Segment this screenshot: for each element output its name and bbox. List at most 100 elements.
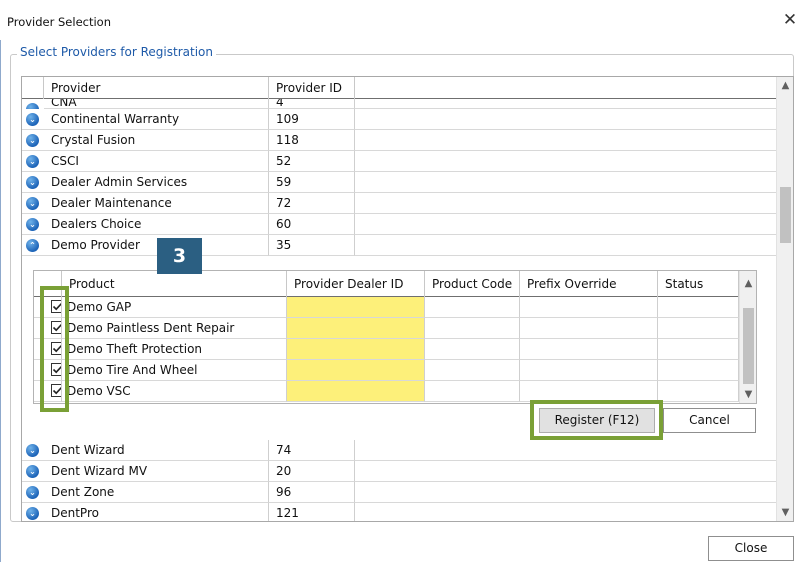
row-expander[interactable]: ⌄ [22, 151, 44, 172]
row-expander[interactable]: ⌃ [22, 235, 44, 256]
prefix-override-cell[interactable] [520, 381, 658, 402]
product-name-cell[interactable]: Demo Theft Protection [62, 339, 287, 360]
expand-chevron-icon[interactable]: ⌄ [26, 465, 39, 478]
provider-id-cell[interactable]: 60 [269, 214, 355, 235]
product-row[interactable]: Demo GAP [34, 297, 739, 318]
provider-id-cell[interactable]: 59 [269, 172, 355, 193]
provider-id-cell[interactable]: 74 [269, 440, 355, 461]
product-name-cell[interactable]: Demo Paintless Dent Repair [62, 318, 287, 339]
product-row[interactable]: Demo Paintless Dent Repair [34, 318, 739, 339]
provider-row[interactable]: ⌄ Dent Wizard MV 20 [22, 461, 778, 482]
status-cell[interactable] [658, 318, 739, 339]
product-code-cell[interactable] [425, 297, 520, 318]
provider-name-cell[interactable]: Crystal Fusion [44, 130, 269, 151]
grid-vertical-scrollbar[interactable]: ▲ ▼ [776, 77, 793, 521]
product-row[interactable]: Demo VSC [34, 381, 739, 402]
provider-name-cell[interactable]: Dealers Choice [44, 214, 269, 235]
header-provider-id[interactable]: Provider ID [269, 77, 355, 99]
product-code-cell[interactable] [425, 360, 520, 381]
provider-row[interactable]: ⌄ CSCI 52 [22, 151, 778, 172]
row-expander[interactable]: ⌄ [22, 482, 44, 503]
status-cell[interactable] [658, 297, 739, 318]
product-name-cell[interactable]: Demo Tire And Wheel [62, 360, 287, 381]
provider-row[interactable]: ⌄ Dealers Choice 60 [22, 214, 778, 235]
status-cell[interactable] [658, 360, 739, 381]
collapse-chevron-icon[interactable]: ⌃ [26, 239, 39, 252]
row-expander[interactable]: ⌄ [22, 193, 44, 214]
provider-id-cell[interactable]: 72 [269, 193, 355, 214]
cancel-button[interactable]: Cancel [663, 408, 756, 433]
expand-chevron-icon[interactable]: ⌄ [26, 507, 39, 520]
provider-row[interactable]: ⌄ Continental Warranty 109 [22, 109, 778, 130]
provider-name-cell[interactable]: Dent Wizard [44, 440, 269, 461]
close-button[interactable]: Close [708, 536, 794, 561]
provider-name-cell[interactable]: CNA [44, 99, 269, 109]
header-prefix-override[interactable]: Prefix Override [520, 271, 658, 297]
prefix-override-cell[interactable] [520, 297, 658, 318]
row-expander[interactable]: ⌄ [22, 503, 44, 521]
status-cell[interactable] [658, 381, 739, 402]
grid-scroll-thumb[interactable] [780, 187, 791, 243]
product-scroll-up-arrow-icon[interactable]: ▲ [740, 275, 757, 292]
provider-name-cell[interactable]: Continental Warranty [44, 109, 269, 130]
product-grid-scrollbar[interactable]: ▲ ▼ [739, 271, 756, 403]
row-expander[interactable]: ⌄ [22, 130, 44, 151]
header-provider[interactable]: Provider [44, 77, 269, 99]
prefix-override-cell[interactable] [520, 339, 658, 360]
provider-name-cell[interactable]: Dealer Maintenance [44, 193, 269, 214]
provider-name-cell[interactable]: Dent Zone [44, 482, 269, 503]
row-expander[interactable]: ⌄ [22, 461, 44, 482]
status-cell[interactable] [658, 339, 739, 360]
row-expander[interactable]: ⌄ [22, 109, 44, 130]
expand-chevron-icon[interactable]: ⌄ [26, 155, 39, 168]
provider-dealer-id-input[interactable] [287, 360, 425, 381]
provider-name-cell[interactable]: Dent Wizard MV [44, 461, 269, 482]
product-row[interactable]: Demo Tire And Wheel [34, 360, 739, 381]
provider-row[interactable]: ⌄ Dent Zone 96 [22, 482, 778, 503]
provider-row[interactable]: ⌄ Dealer Admin Services 59 [22, 172, 778, 193]
provider-id-cell[interactable]: 121 [269, 503, 355, 521]
provider-id-cell[interactable]: 109 [269, 109, 355, 130]
header-provider-dealer-id[interactable]: Provider Dealer ID [287, 271, 425, 297]
row-expander[interactable]: ⌄ [22, 172, 44, 193]
expand-chevron-icon[interactable]: ⌄ [26, 176, 39, 189]
provider-name-cell[interactable]: CSCI [44, 151, 269, 172]
header-product[interactable]: Product [62, 271, 287, 297]
provider-id-cell[interactable]: 96 [269, 482, 355, 503]
product-row[interactable]: Demo Theft Protection [34, 339, 739, 360]
product-scroll-down-arrow-icon[interactable]: ▼ [740, 386, 757, 403]
row-expander[interactable]: ⌄ [22, 440, 44, 461]
provider-row[interactable]: ⌄ Dent Wizard 74 [22, 440, 778, 461]
provider-dealer-id-input[interactable] [287, 339, 425, 360]
provider-row[interactable]: ⌃ Demo Provider 35 [22, 235, 778, 256]
row-expander[interactable]: ⌄ [22, 214, 44, 235]
provider-name-cell[interactable]: Dealer Admin Services [44, 172, 269, 193]
provider-name-cell[interactable]: DentPro [44, 503, 269, 521]
product-scroll-thumb[interactable] [743, 308, 754, 384]
expand-chevron-icon[interactable]: ⌄ [26, 134, 39, 147]
provider-dealer-id-input[interactable] [287, 381, 425, 402]
provider-id-cell[interactable]: 35 [269, 235, 355, 256]
scroll-up-arrow-icon[interactable]: ▲ [777, 77, 793, 94]
close-icon[interactable]: ✕ [781, 10, 799, 32]
provider-id-cell[interactable]: 52 [269, 151, 355, 172]
product-code-cell[interactable] [425, 381, 520, 402]
expand-chevron-icon[interactable]: ⌄ [26, 444, 39, 457]
provider-id-cell[interactable]: 4 [269, 99, 355, 109]
expand-chevron-icon[interactable]: ⌄ [26, 197, 39, 210]
provider-row[interactable]: ⌄ DentPro 121 [22, 503, 778, 521]
product-name-cell[interactable]: Demo VSC [62, 381, 287, 402]
provider-row[interactable]: ⌄ Dealer Maintenance 72 [22, 193, 778, 214]
provider-row[interactable]: ⌄ CNA 4 [22, 99, 778, 109]
row-expander[interactable]: ⌄ [22, 99, 44, 109]
provider-row[interactable]: ⌄ Crystal Fusion 118 [22, 130, 778, 151]
product-code-cell[interactable] [425, 318, 520, 339]
header-status[interactable]: Status [658, 271, 739, 297]
prefix-override-cell[interactable] [520, 360, 658, 381]
expand-chevron-icon[interactable]: ⌄ [26, 486, 39, 499]
product-code-cell[interactable] [425, 339, 520, 360]
provider-dealer-id-input[interactable] [287, 297, 425, 318]
header-product-code[interactable]: Product Code [425, 271, 520, 297]
expand-chevron-icon[interactable]: ⌄ [26, 113, 39, 126]
product-name-cell[interactable]: Demo GAP [62, 297, 287, 318]
